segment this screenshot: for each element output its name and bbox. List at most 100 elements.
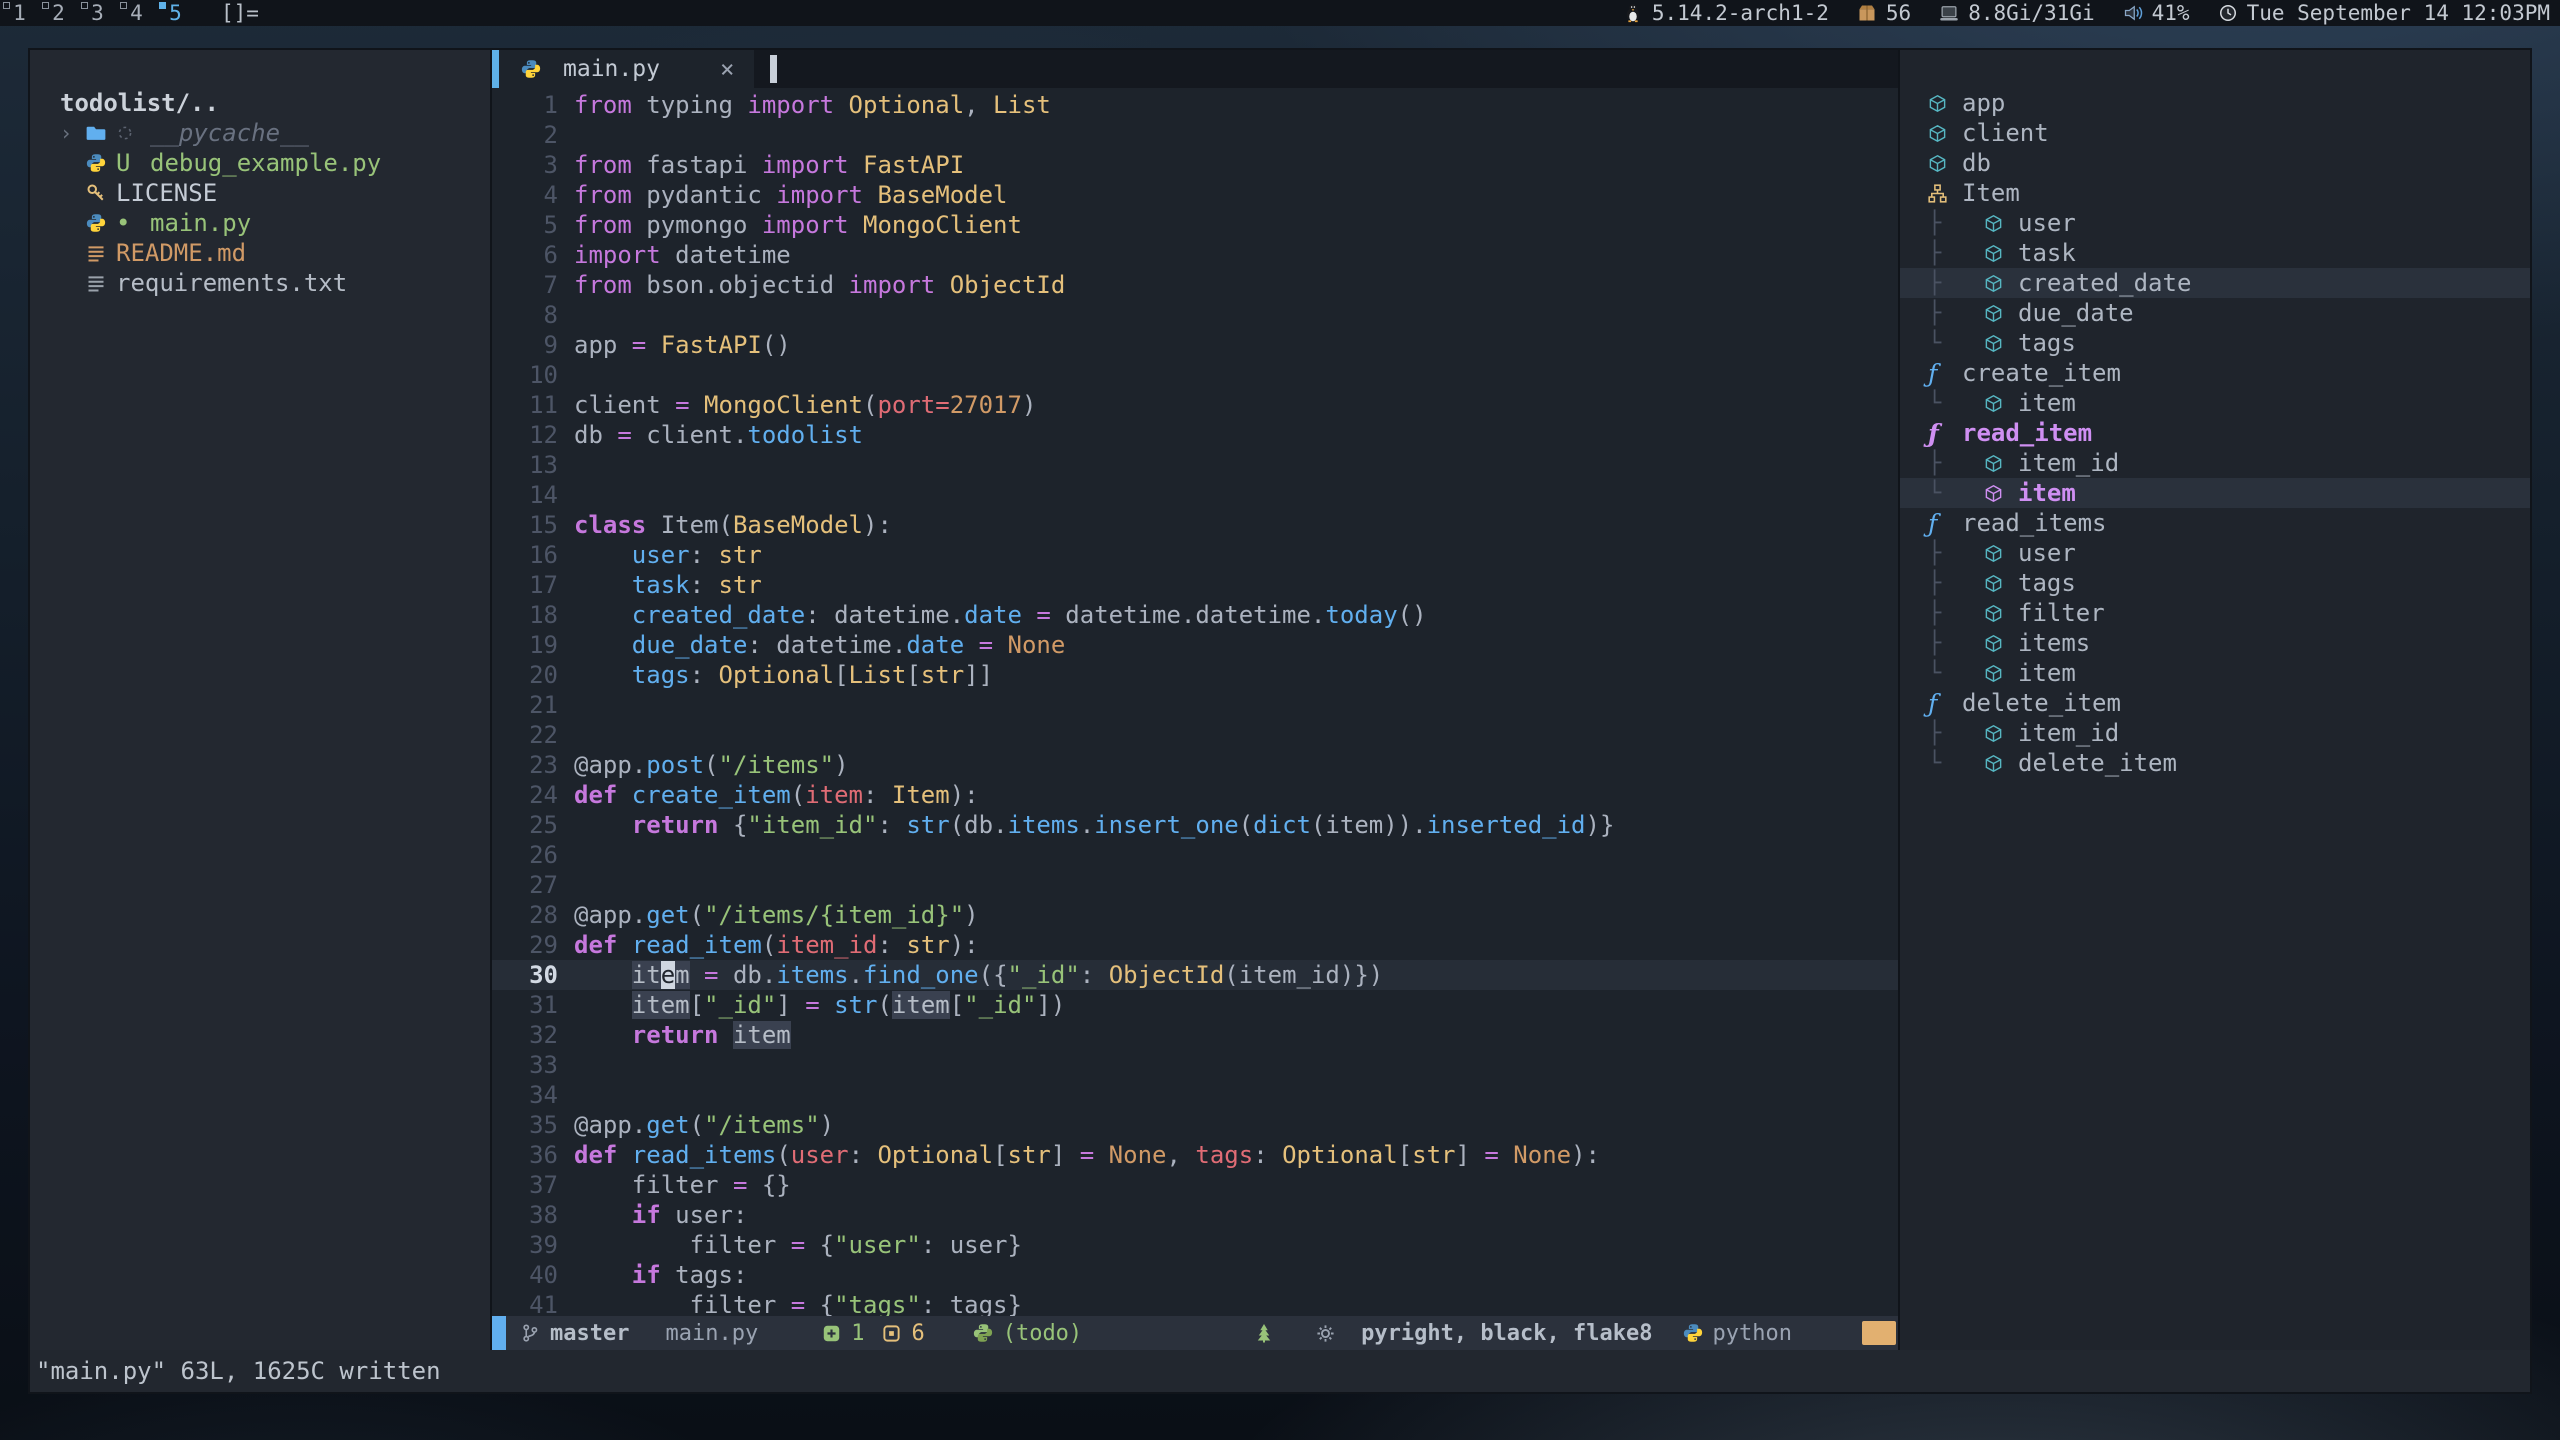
- variable-cube-icon: [1928, 124, 1962, 143]
- tab-main-py[interactable]: main.py ×: [492, 50, 754, 88]
- tree-item--pycache-[interactable]: ›__pycache__: [30, 118, 490, 148]
- code-editor[interactable]: 1from typing import Optional, List23from…: [492, 88, 1898, 1316]
- code-line-40[interactable]: 40if tags:: [492, 1260, 1898, 1290]
- code-line-21[interactable]: 21: [492, 690, 1898, 720]
- line-text: filter = {"tags": tags}: [574, 1290, 1022, 1316]
- line-number: 29: [492, 930, 558, 960]
- code-line-12[interactable]: 12db = client.todolist: [492, 420, 1898, 450]
- outline-item-item[interactable]: └ item: [1900, 478, 2530, 508]
- workspace-indicator: [81, 2, 88, 9]
- code-line-25[interactable]: 25return {"item_id": str(db.items.insert…: [492, 810, 1898, 840]
- symbols-outline[interactable]: appclientdbItem├ user├ task├ created_dat…: [1900, 50, 2530, 1350]
- system-status: 5.14.2-arch1-2568.8Gi/31Gi41%Tue Septemb…: [1623, 1, 2560, 25]
- outline-item-items[interactable]: ├ items: [1900, 628, 2530, 658]
- code-line-5[interactable]: 5from pymongo import MongoClient: [492, 210, 1898, 240]
- code-line-1[interactable]: 1from typing import Optional, List: [492, 90, 1898, 120]
- code-line-9[interactable]: 9app = FastAPI(): [492, 330, 1898, 360]
- code-line-13[interactable]: 13: [492, 450, 1898, 480]
- function-icon: ƒ: [1928, 359, 1962, 388]
- code-line-19[interactable]: 19due_date: datetime.date = None: [492, 630, 1898, 660]
- tree-item-requirements-txt[interactable]: requirements.txt: [30, 268, 490, 298]
- line-number: 11: [492, 390, 558, 420]
- code-line-24[interactable]: 24def create_item(item: Item):: [492, 780, 1898, 810]
- outline-label: Item: [1962, 179, 2020, 207]
- outline-item-due_date[interactable]: ├ due_date: [1900, 298, 2530, 328]
- workspace-1[interactable]: 1: [0, 0, 39, 26]
- outline-label: item_id: [2018, 719, 2119, 747]
- tree-item-debug-example-py[interactable]: Udebug_example.py: [30, 148, 490, 178]
- code-line-27[interactable]: 27: [492, 870, 1898, 900]
- code-line-33[interactable]: 33: [492, 1050, 1898, 1080]
- tree-root-label[interactable]: todolist/..: [30, 88, 490, 118]
- outline-item-task[interactable]: ├ task: [1900, 238, 2530, 268]
- line-number: 36: [492, 1140, 558, 1170]
- tree-guide: ├: [1928, 571, 1984, 596]
- outline-item-delete_item[interactable]: └ delete_item: [1900, 748, 2530, 778]
- code-line-31[interactable]: 31item["_id"] = str(item["_id"]): [492, 990, 1898, 1020]
- code-line-28[interactable]: 28@app.get("/items/{item_id}"): [492, 900, 1898, 930]
- workspace-4[interactable]: 4: [117, 0, 156, 26]
- outline-item-client[interactable]: client: [1900, 118, 2530, 148]
- code-line-8[interactable]: 8: [492, 300, 1898, 330]
- workspace-3[interactable]: 3: [78, 0, 117, 26]
- line-number: 38: [492, 1200, 558, 1230]
- code-line-30[interactable]: 30item = db.items.find_one({"_id": Objec…: [492, 960, 1898, 990]
- tree-guide: ├: [1928, 721, 1984, 746]
- code-line-34[interactable]: 34: [492, 1080, 1898, 1110]
- code-line-18[interactable]: 18created_date: datetime.date = datetime…: [492, 600, 1898, 630]
- outline-item-item[interactable]: └ item: [1900, 388, 2530, 418]
- outline-item-user[interactable]: ├ user: [1900, 538, 2530, 568]
- tree-item-readme-md[interactable]: README.md: [30, 238, 490, 268]
- outline-item-create_item[interactable]: ƒcreate_item: [1900, 358, 2530, 388]
- code-line-39[interactable]: 39filter = {"user": user}: [492, 1230, 1898, 1260]
- variable-cube-icon: [1984, 664, 2018, 683]
- outline-item-filter[interactable]: ├ filter: [1900, 598, 2530, 628]
- code-line-15[interactable]: 15class Item(BaseModel):: [492, 510, 1898, 540]
- workspace-5[interactable]: 5: [156, 0, 195, 26]
- code-line-10[interactable]: 10: [492, 360, 1898, 390]
- outline-item-item[interactable]: └ item: [1900, 658, 2530, 688]
- outline-item-item_id[interactable]: ├ item_id: [1900, 718, 2530, 748]
- tab-close-icon[interactable]: ×: [720, 55, 734, 83]
- code-line-4[interactable]: 4from pydantic import BaseModel: [492, 180, 1898, 210]
- code-line-23[interactable]: 23@app.post("/items"): [492, 750, 1898, 780]
- code-line-20[interactable]: 20tags: Optional[List[str]]: [492, 660, 1898, 690]
- line-text: item["_id"] = str(item["_id"]): [574, 990, 1065, 1020]
- code-line-35[interactable]: 35@app.get("/items"): [492, 1110, 1898, 1140]
- code-line-37[interactable]: 37filter = {}: [492, 1170, 1898, 1200]
- code-line-29[interactable]: 29def read_item(item_id: str):: [492, 930, 1898, 960]
- code-line-6[interactable]: 6import datetime: [492, 240, 1898, 270]
- code-line-26[interactable]: 26: [492, 840, 1898, 870]
- code-line-41[interactable]: 41filter = {"tags": tags}: [492, 1290, 1898, 1316]
- code-line-7[interactable]: 7from bson.objectid import ObjectId: [492, 270, 1898, 300]
- line-text: [574, 870, 632, 900]
- workspace-2[interactable]: 2: [39, 0, 78, 26]
- outline-item-tags[interactable]: └ tags: [1900, 328, 2530, 358]
- code-line-36[interactable]: 36def read_items(user: Optional[str] = N…: [492, 1140, 1898, 1170]
- code-line-16[interactable]: 16user: str: [492, 540, 1898, 570]
- outline-item-delete_item[interactable]: ƒdelete_item: [1900, 688, 2530, 718]
- outline-item-user[interactable]: ├ user: [1900, 208, 2530, 238]
- file-explorer[interactable]: todolist/..›__pycache__Udebug_example.py…: [30, 50, 490, 1350]
- outline-item-Item[interactable]: Item: [1900, 178, 2530, 208]
- outline-label: item_id: [2018, 449, 2119, 477]
- code-line-22[interactable]: 22: [492, 720, 1898, 750]
- code-line-3[interactable]: 3from fastapi import FastAPI: [492, 150, 1898, 180]
- outline-item-app[interactable]: app: [1900, 88, 2530, 118]
- outline-item-read_items[interactable]: ƒread_items: [1900, 508, 2530, 538]
- outline-item-item_id[interactable]: ├ item_id: [1900, 448, 2530, 478]
- code-line-17[interactable]: 17task: str: [492, 570, 1898, 600]
- code-line-14[interactable]: 14: [492, 480, 1898, 510]
- tree-guide: ├: [1928, 451, 1984, 476]
- outline-item-created_date[interactable]: ├ created_date: [1900, 268, 2530, 298]
- outline-item-db[interactable]: db: [1900, 148, 2530, 178]
- tree-item-main-py[interactable]: •main.py: [30, 208, 490, 238]
- outline-item-tags[interactable]: ├ tags: [1900, 568, 2530, 598]
- code-line-11[interactable]: 11client = MongoClient(port=27017): [492, 390, 1898, 420]
- tabline-cursor: [770, 55, 777, 83]
- tree-item-license[interactable]: LICENSE: [30, 178, 490, 208]
- code-line-38[interactable]: 38if user:: [492, 1200, 1898, 1230]
- code-line-2[interactable]: 2: [492, 120, 1898, 150]
- code-line-32[interactable]: 32return item: [492, 1020, 1898, 1050]
- outline-item-read_item[interactable]: ƒread_item: [1900, 418, 2530, 448]
